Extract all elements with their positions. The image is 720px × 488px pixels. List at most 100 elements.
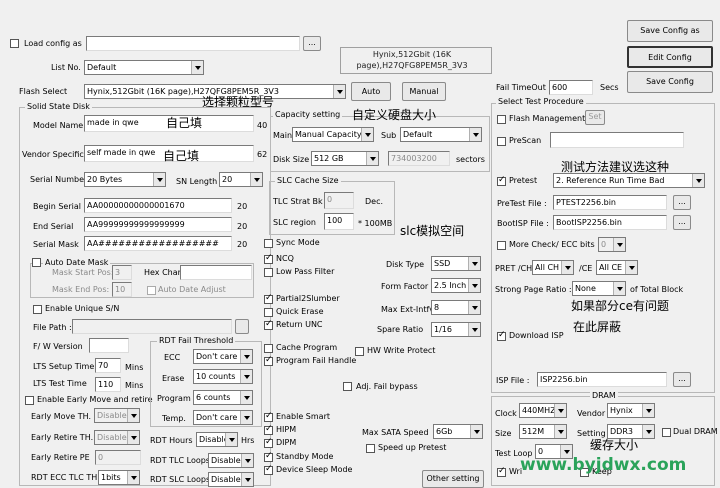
- pret-ch-select[interactable]: All CH: [532, 260, 574, 275]
- enable-unique-sn-checkbox[interactable]: [33, 305, 42, 314]
- chevron-down-icon: [470, 425, 482, 438]
- hw-write-protect-checkbox[interactable]: [355, 347, 364, 356]
- speed-up-pretest-checkbox[interactable]: [366, 444, 375, 453]
- device-sleep-checkbox[interactable]: [264, 464, 273, 475]
- slc-region-input[interactable]: 100: [324, 213, 354, 230]
- edit-config-button[interactable]: Edit Config: [627, 46, 713, 68]
- rdt-ecc-tlc-select[interactable]: 1bits: [98, 470, 140, 485]
- begin-serial-input[interactable]: AA00000000000001670: [84, 198, 232, 213]
- rdt-temp-select[interactable]: Don't care: [193, 410, 253, 425]
- program-fail-label: Program Fail Handle: [276, 356, 357, 365]
- capacity-sub-label: Sub: [381, 131, 397, 140]
- dram-clock-select[interactable]: 440MHZ: [519, 403, 567, 418]
- pretest-file-browse-button[interactable]: ...: [673, 195, 691, 210]
- auto-date-adjust-checkbox[interactable]: [147, 286, 156, 295]
- hex-char-input[interactable]: [180, 265, 252, 280]
- dram-write-checkbox[interactable]: [497, 466, 506, 477]
- prescan-input[interactable]: [550, 132, 684, 148]
- load-config-input[interactable]: [86, 36, 300, 51]
- serial-mask-input[interactable]: AA##################: [84, 236, 232, 251]
- save-config-as-button[interactable]: Save Config as: [627, 20, 713, 42]
- enable-smart-checkbox[interactable]: [264, 411, 273, 422]
- capacity-main-select[interactable]: Manual Capacity: [292, 127, 374, 142]
- bootisp-file-input[interactable]: BootISP2256.bin: [553, 215, 667, 230]
- serial-number-select[interactable]: 20 Bytes: [84, 172, 166, 187]
- standby-mode-checkbox[interactable]: [264, 451, 273, 462]
- pretest-file-input[interactable]: PTEST2256.bin: [553, 195, 667, 210]
- list-no-select[interactable]: Default: [84, 60, 204, 75]
- ecc-bits-select[interactable]: 0: [598, 237, 626, 252]
- disk-size-select[interactable]: 512 GB: [311, 151, 379, 166]
- lts-setup-input[interactable]: 70: [95, 358, 121, 373]
- capacity-sub-select[interactable]: Default: [400, 127, 482, 142]
- auto-date-mask-checkbox[interactable]: [32, 258, 41, 267]
- fw-version-input[interactable]: [89, 338, 129, 353]
- spare-ratio-select[interactable]: 1/16: [431, 322, 481, 337]
- sync-mode-checkbox[interactable]: [264, 239, 273, 248]
- sn-length-label: SN Length: [176, 177, 218, 186]
- form-factor-select[interactable]: 2.5 Inch: [431, 278, 481, 293]
- timeout-input[interactable]: 600: [549, 80, 593, 95]
- pretest-checkbox[interactable]: [497, 175, 506, 186]
- set-button[interactable]: Set: [585, 110, 605, 125]
- standby-mode-label: Standby Mode: [276, 452, 334, 461]
- chevron-down-icon: [240, 391, 252, 404]
- partial-slumber-checkbox[interactable]: [264, 293, 273, 304]
- save-config-button[interactable]: Save Config: [627, 71, 713, 93]
- disk-type-select[interactable]: SSD: [431, 256, 481, 271]
- rdt-ecc-tlc-value: 1bits: [101, 473, 121, 482]
- dual-dram-checkbox[interactable]: [662, 428, 671, 437]
- manual-button[interactable]: Manual: [402, 82, 446, 101]
- prescan-checkbox[interactable]: [497, 137, 506, 146]
- download-isp-checkbox[interactable]: [497, 330, 506, 341]
- pretest-select[interactable]: 2. Reference Run Time Bad: [553, 173, 705, 188]
- mask-start-input[interactable]: 3: [112, 265, 132, 280]
- ncq-checkbox[interactable]: [264, 253, 273, 264]
- low-pass-checkbox[interactable]: [264, 268, 273, 277]
- rdt-ecc-select[interactable]: Don't care: [193, 349, 253, 364]
- ce-select[interactable]: All CE: [596, 260, 638, 275]
- mask-end-input[interactable]: 10: [112, 282, 132, 297]
- dipm-checkbox[interactable]: [264, 437, 273, 448]
- rdt-tlc-loops-label: RDT TLC Loops: [150, 456, 210, 465]
- early-retire-pe-input[interactable]: 0: [95, 450, 141, 465]
- rdt-tlc-loops-select[interactable]: Disable: [208, 453, 254, 468]
- rdt-program-select[interactable]: 6 counts: [193, 390, 253, 405]
- slc-strat-input[interactable]: 0: [324, 192, 354, 209]
- lts-test-input[interactable]: 110: [95, 377, 121, 392]
- sectors-input[interactable]: 734003200: [388, 151, 450, 166]
- more-check-checkbox[interactable]: [497, 241, 506, 250]
- cache-program-checkbox[interactable]: [264, 344, 273, 353]
- bootisp-file-browse-button[interactable]: ...: [673, 215, 691, 230]
- dram-vendor-select[interactable]: Hynix: [607, 403, 655, 418]
- chevron-down-icon: [554, 425, 566, 438]
- speed-up-pretest-label: Speed up Pretest: [378, 443, 447, 452]
- strong-page-select[interactable]: None: [572, 281, 626, 296]
- flash-mgmt-checkbox[interactable]: [497, 115, 506, 124]
- quick-erase-checkbox[interactable]: [264, 308, 273, 317]
- return-unc-checkbox[interactable]: [264, 319, 273, 330]
- isp-file-browse-button[interactable]: ...: [673, 372, 691, 387]
- max-sata-select[interactable]: 6Gb: [433, 424, 483, 439]
- early-move-select[interactable]: Disable: [94, 408, 140, 423]
- hipm-checkbox[interactable]: [264, 424, 273, 435]
- early-retire-select[interactable]: Disable: [94, 430, 140, 445]
- file-path-input[interactable]: [72, 319, 232, 334]
- other-setting-button[interactable]: Other setting: [422, 470, 484, 488]
- program-fail-checkbox[interactable]: [264, 355, 273, 366]
- rdt-hours-select[interactable]: Disable: [196, 432, 238, 447]
- load-config-browse-button[interactable]: ...: [303, 36, 321, 51]
- max-ext-select[interactable]: 8: [431, 300, 481, 315]
- file-path-browse-button[interactable]: [235, 319, 249, 334]
- adj-fail-bypass-checkbox[interactable]: [343, 382, 352, 391]
- lts-setup-label: LTS Setup Time: [33, 362, 95, 371]
- dram-size-select[interactable]: 512M: [519, 424, 567, 439]
- sn-length-select[interactable]: 20: [219, 172, 263, 187]
- rdt-slc-loops-select[interactable]: Disable: [208, 472, 254, 487]
- early-move-retire-checkbox[interactable]: [25, 396, 34, 405]
- rdt-erase-select[interactable]: 10 counts: [193, 369, 253, 384]
- auto-button[interactable]: Auto: [351, 82, 391, 101]
- load-config-checkbox[interactable]: [10, 39, 19, 48]
- isp-file-input[interactable]: ISP2256.bin: [537, 372, 667, 387]
- end-serial-input[interactable]: AA99999999999999999: [84, 217, 232, 232]
